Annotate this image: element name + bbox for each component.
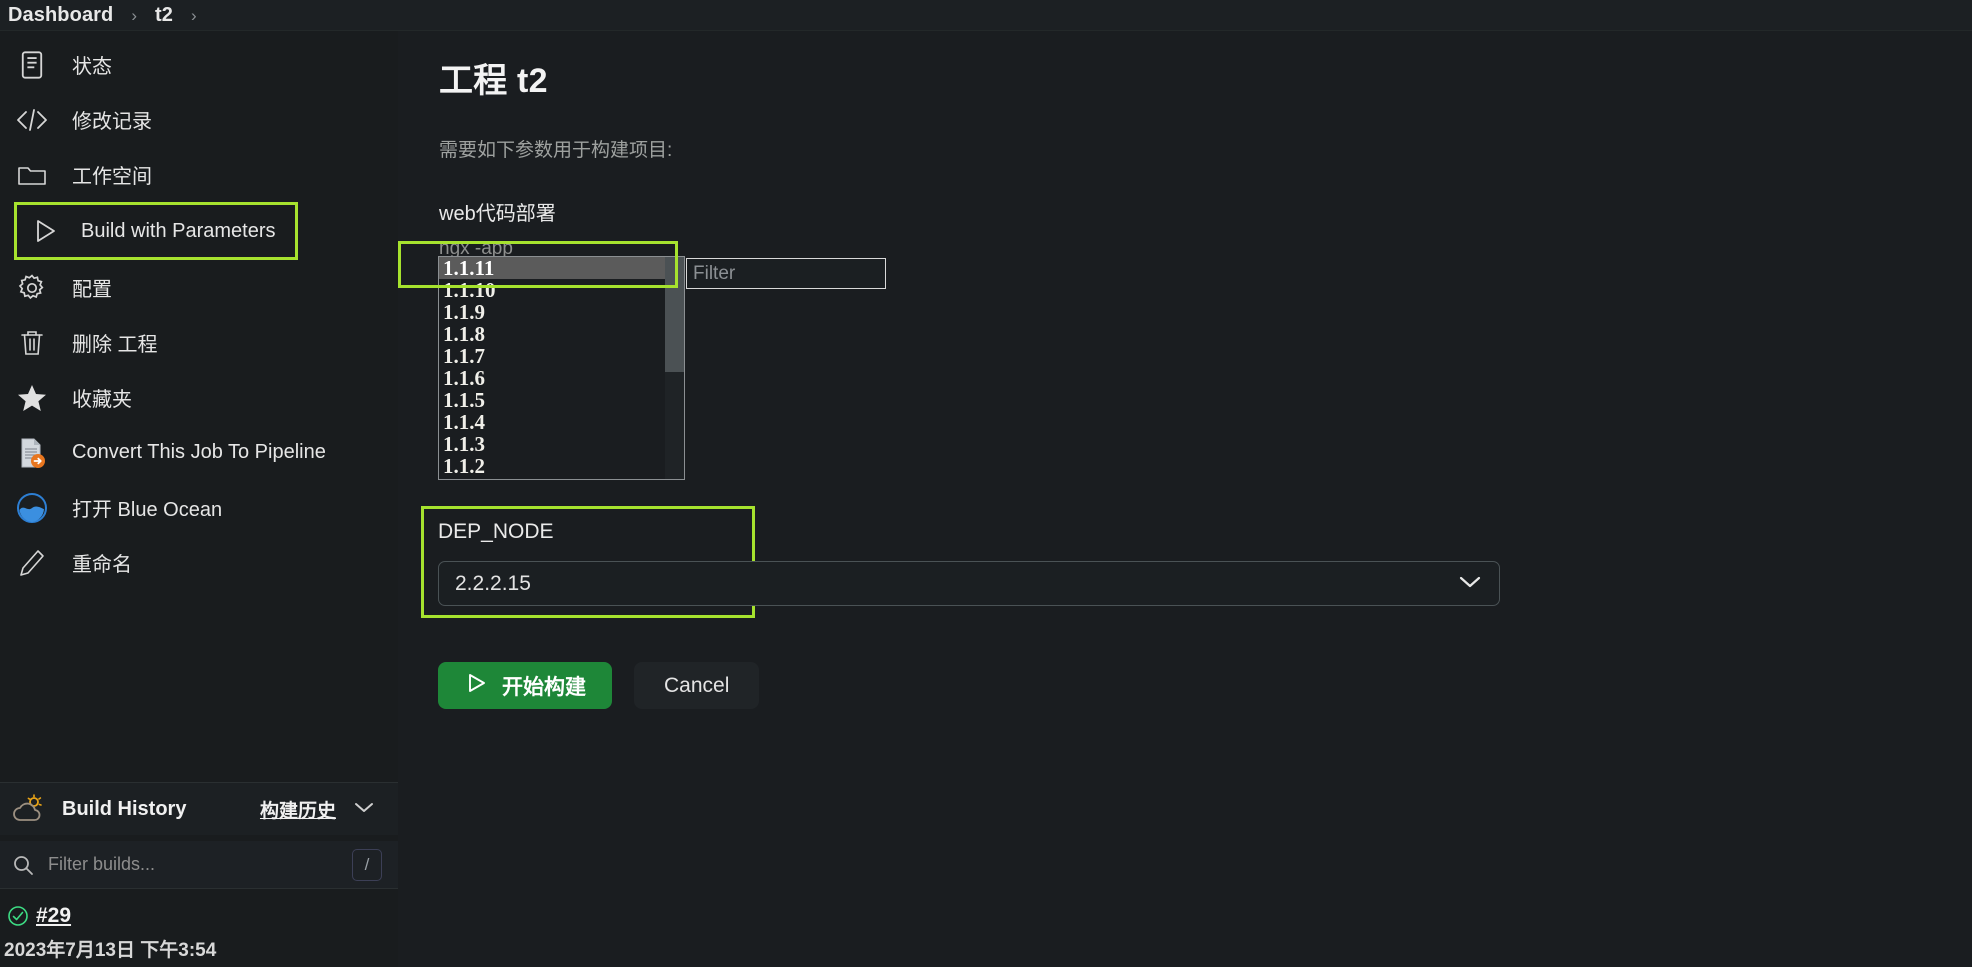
sidebar-nav-list: 状态 修改记录 工作空间 Build with Parameters 配置 删除… [0, 31, 398, 590]
list-item[interactable]: 1.1.9 [439, 301, 684, 323]
version-filter-box[interactable] [686, 258, 886, 289]
document-icon [14, 47, 50, 83]
breadcrumb-item-dashboard[interactable]: Dashboard [4, 4, 117, 27]
chevron-right-icon-2: › [191, 5, 197, 25]
build-timestamp: 2023年7月13日 下午3:54 [4, 940, 217, 961]
sidebar-item-convert-to-pipeline[interactable]: Convert This Job To Pipeline [0, 425, 398, 480]
build-history-link[interactable]: 构建历史 [260, 796, 336, 823]
version-listbox[interactable]: 1.1.11 1.1.10 1.1.9 1.1.8 1.1.7 1.1.6 1.… [438, 256, 685, 480]
sidebar-item-configure[interactable]: 配置 [0, 260, 398, 315]
sidebar-item-status[interactable]: 状态 [0, 37, 398, 92]
list-item[interactable]: 1.1.11 [439, 257, 684, 279]
start-build-button[interactable]: 开始构建 [438, 662, 612, 709]
sidebar-item-label: Convert This Job To Pipeline [72, 441, 326, 463]
chevron-right-icon: › [131, 5, 138, 25]
sidebar-item-changes[interactable]: 修改记录 [0, 92, 398, 147]
sidebar-item-label: 工作空间 [72, 166, 152, 188]
build-number-link[interactable]: #29 [36, 904, 71, 928]
listbox-scrollbar[interactable] [665, 257, 684, 479]
version-filter-input[interactable] [687, 259, 885, 288]
search-icon [10, 854, 36, 876]
sidebar-item-workspace[interactable]: 工作空间 [0, 147, 398, 202]
page-title: 工程 t2 [439, 62, 548, 100]
sidebar-item-build-with-parameters[interactable]: Build with Parameters [14, 202, 298, 260]
build-history-title: Build History [62, 797, 187, 820]
list-item[interactable]: 1.1.10 [439, 279, 684, 301]
sidebar: 状态 修改记录 工作空间 Build with Parameters 配置 删除… [0, 31, 398, 967]
status-success-icon [4, 905, 32, 927]
sidebar-item-label: 修改记录 [72, 111, 152, 133]
list-item[interactable]: #29 [0, 897, 398, 935]
page-description: 需要如下参数用于构建项目: [439, 140, 673, 161]
dep-node-select[interactable]: 2.2.2.15 [438, 561, 1500, 606]
trash-icon [14, 325, 50, 361]
parameter-label-dep-node: DEP_NODE [438, 520, 554, 543]
play-icon [27, 213, 63, 249]
pencil-icon [14, 545, 50, 581]
list-item[interactable]: 1.1.7 [439, 345, 684, 367]
parameter-label-web-deploy: web代码部署 [439, 203, 556, 225]
dep-node-selected-value: 2.2.2.15 [455, 571, 531, 595]
sidebar-item-delete-project[interactable]: 删除 工程 [0, 315, 398, 370]
build-history-list: #29 2023年7月13日 下午3:54 [0, 897, 398, 962]
star-icon [14, 380, 50, 416]
sidebar-item-rename[interactable]: 重命名 [0, 535, 398, 590]
listbox-scrollbar-thumb[interactable] [665, 257, 684, 372]
sidebar-item-label: 配置 [72, 279, 112, 301]
build-filter-bar: / [0, 841, 398, 889]
weather-sun-cloud-icon [8, 794, 48, 824]
sidebar-item-label: 删除 工程 [72, 334, 158, 356]
form-actions: 开始构建 Cancel [438, 662, 760, 709]
main-content: 工程 t2 需要如下参数用于构建项目: web代码部署 ngx -app [398, 31, 1972, 967]
jenkins-build-with-parameters-page: Dashboard › t2 › 状态 修改记录 工作空间 Build with… [0, 0, 1972, 967]
sidebar-item-open-blue-ocean[interactable]: 打开 Blue Ocean [0, 480, 398, 535]
start-build-label: 开始构建 [502, 675, 586, 699]
list-item[interactable]: 1.1.4 [439, 411, 684, 433]
list-item[interactable]: 1.1.8 [439, 323, 684, 345]
version-listbox-wrapper: 1.1.11 1.1.10 1.1.9 1.1.8 1.1.7 1.1.6 1.… [438, 256, 685, 480]
chevron-down-icon[interactable] [1457, 573, 1483, 594]
gear-icon [14, 270, 50, 306]
sidebar-item-label: 打开 Blue Ocean [72, 499, 223, 521]
code-icon [14, 102, 50, 138]
search-shortcut-key: / [352, 848, 382, 881]
chevron-down-icon[interactable] [352, 799, 376, 820]
sidebar-item-label: 状态 [72, 56, 112, 78]
build-history-header: Build History 构建历史 [0, 782, 398, 835]
build-filter-input[interactable] [36, 854, 352, 875]
breadcrumb: Dashboard › t2 › [0, 0, 1972, 31]
list-item[interactable]: 1.1.6 [439, 367, 684, 389]
cancel-button[interactable]: Cancel [634, 662, 760, 709]
list-item[interactable]: 1.1.2 [439, 455, 684, 477]
list-item[interactable]: 1.1.5 [439, 389, 684, 411]
sidebar-item-label: Build with Parameters [81, 219, 276, 242]
folder-icon [14, 157, 50, 193]
list-item[interactable]: 1.1.3 [439, 433, 684, 455]
breadcrumb-item-t2[interactable]: t2 [151, 4, 177, 27]
blue-ocean-icon [14, 490, 50, 526]
sidebar-item-label: 重命名 [72, 554, 132, 576]
convert-pipeline-icon [14, 435, 50, 471]
sidebar-item-favorites[interactable]: 收藏夹 [0, 370, 398, 425]
sidebar-item-label: 收藏夹 [72, 389, 132, 411]
play-icon [464, 671, 488, 701]
